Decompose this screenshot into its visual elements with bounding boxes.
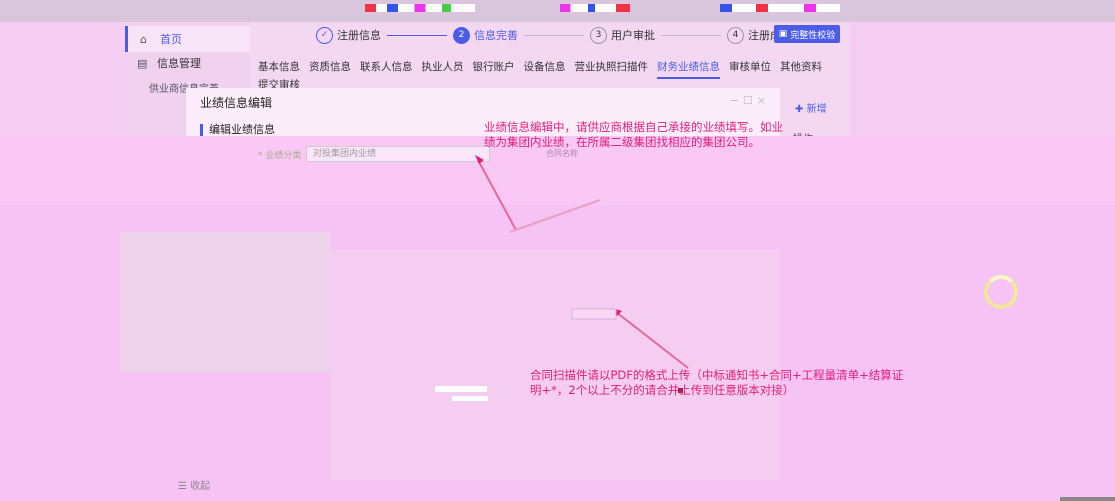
sidebar-collapse[interactable]: ☰ 收起	[178, 477, 210, 492]
glitch-bar	[452, 396, 488, 401]
glitch-dot	[678, 388, 683, 393]
loading-spinner-icon	[984, 275, 1018, 309]
annotation-arrows	[435, 155, 689, 401]
collapse-icon: ☰	[178, 481, 187, 492]
arrow-head	[475, 155, 484, 164]
arrow-line	[477, 159, 517, 231]
arrow-line	[615, 311, 689, 369]
arrow-line	[509, 199, 601, 233]
glitch-bar	[435, 386, 487, 392]
collapse-label: 收起	[190, 481, 211, 492]
highlight-box	[571, 308, 617, 320]
scrollbar[interactable]	[1060, 497, 1115, 501]
